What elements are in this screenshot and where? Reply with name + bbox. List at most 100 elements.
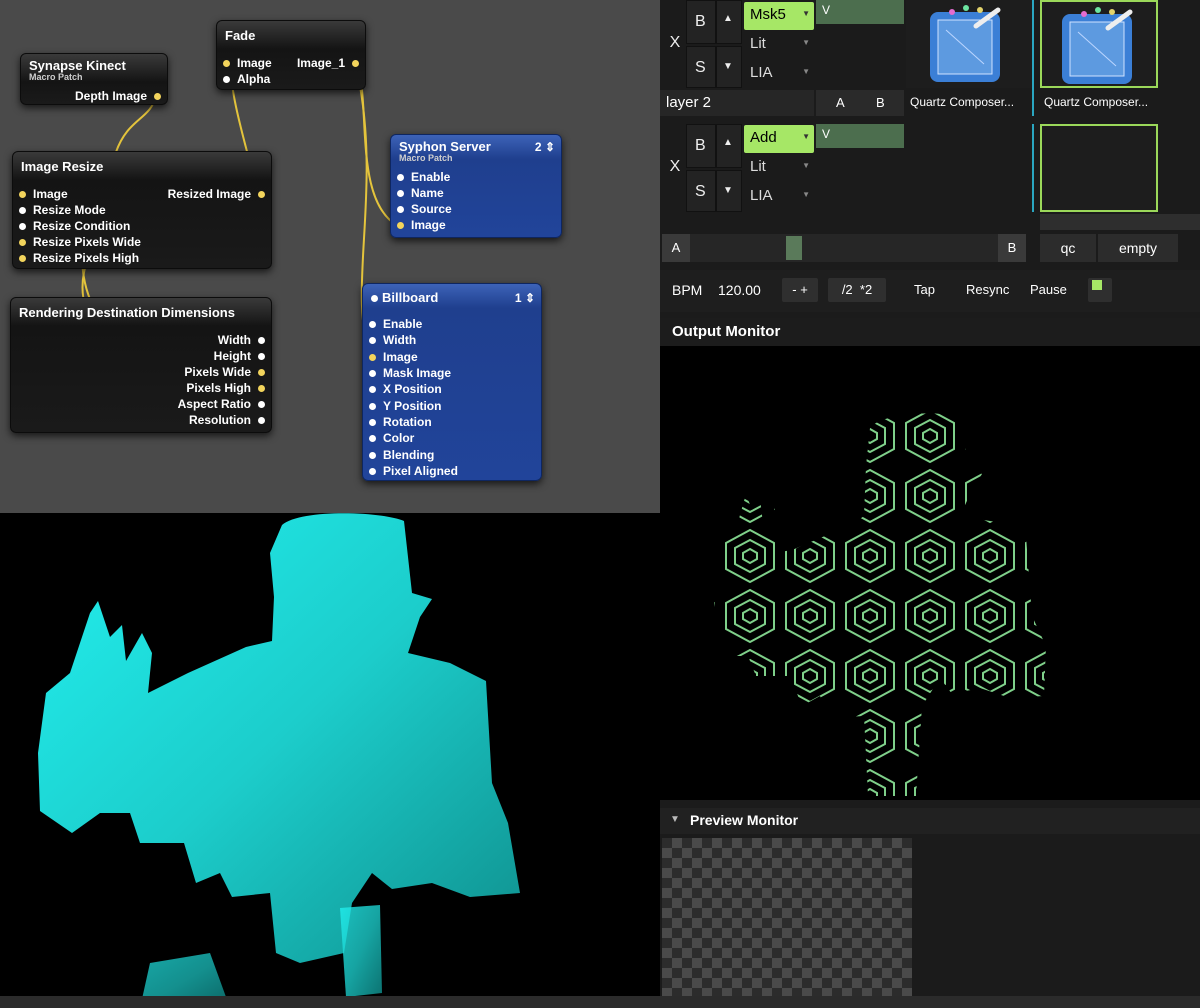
- port-dot-icon[interactable]: [397, 174, 404, 182]
- preview-monitor-header[interactable]: ▼ Preview Monitor: [660, 808, 1200, 834]
- layer-mode-lit[interactable]: Lit ▼: [744, 31, 814, 59]
- resync-button[interactable]: Resync: [966, 278, 1009, 302]
- port-dot-icon[interactable]: [352, 60, 359, 68]
- bpm-minus-button[interactable]: -: [792, 282, 796, 297]
- port-dot-icon[interactable]: [258, 353, 265, 361]
- layer-close-button[interactable]: X: [664, 34, 686, 52]
- output-port-aspect-ratio[interactable]: Aspect Ratio: [178, 396, 265, 412]
- layer-opacity-slider[interactable]: V: [816, 0, 904, 24]
- layer-b-button[interactable]: B: [686, 124, 716, 168]
- port-dot-icon[interactable]: [397, 222, 404, 230]
- bpm-stepper[interactable]: - +: [782, 278, 818, 302]
- port-dot-icon[interactable]: [369, 354, 376, 362]
- port-dot-icon[interactable]: [19, 191, 26, 199]
- port-dot-icon[interactable]: [369, 403, 376, 411]
- input-port-image[interactable]: Image: [397, 217, 446, 233]
- port-dot-icon[interactable]: [369, 370, 376, 378]
- layer-down-button[interactable]: ▼: [716, 170, 742, 212]
- tab-empty[interactable]: empty: [1098, 234, 1178, 262]
- bpm-half-button[interactable]: /2: [842, 282, 853, 297]
- layer-s-button[interactable]: S: [686, 170, 716, 212]
- layer-mode-lit[interactable]: Lit ▼: [744, 154, 814, 182]
- output-port-pixels-high[interactable]: Pixels High: [186, 380, 265, 396]
- input-port-rotation[interactable]: Rotation: [369, 414, 432, 430]
- layer-mode-add[interactable]: Add ▼: [744, 125, 814, 153]
- port-dot-icon[interactable]: [19, 255, 26, 263]
- patch-count[interactable]: 1 ⇕: [515, 291, 535, 305]
- port-dot-icon[interactable]: [258, 417, 265, 425]
- input-port-width[interactable]: Width: [369, 332, 416, 348]
- clip-thumbnail-2[interactable]: [1040, 0, 1158, 88]
- port-dot-icon[interactable]: [369, 468, 376, 476]
- input-port-image[interactable]: Image: [19, 186, 68, 202]
- output-port-pixels-wide[interactable]: Pixels Wide: [184, 364, 265, 380]
- vj-app-panel[interactable]: X B S ▲ ▼ Msk5 ▼ Lit ▼ LIA ▼ V layer 2 A B: [660, 0, 1200, 1008]
- crossfader-handle[interactable]: [786, 236, 802, 260]
- output-port-resized-image[interactable]: Resized Image: [168, 186, 265, 202]
- layer-mode-lia[interactable]: LIA ▼: [744, 183, 814, 211]
- port-dot-icon[interactable]: [397, 206, 404, 214]
- input-port-y-position[interactable]: Y Position: [369, 398, 441, 414]
- layer-mode-lia[interactable]: LIA ▼: [744, 60, 814, 88]
- output-port-resolution[interactable]: Resolution: [189, 412, 265, 428]
- quartz-composer-editor[interactable]: Synapse Kinect Macro Patch Depth Image F…: [0, 0, 660, 513]
- port-dot-icon[interactable]: [19, 223, 26, 231]
- output-port-image-1[interactable]: Image_1: [297, 55, 359, 71]
- clip-slot-empty[interactable]: [1040, 124, 1158, 212]
- input-port-enable[interactable]: Enable: [369, 316, 422, 332]
- tab-qc[interactable]: qc: [1040, 234, 1096, 262]
- crossfader-a-button[interactable]: A: [662, 234, 690, 262]
- port-dot-icon[interactable]: [369, 435, 376, 443]
- input-port-color[interactable]: Color: [369, 430, 414, 446]
- bpm-plus-button[interactable]: +: [800, 282, 808, 297]
- port-dot-icon[interactable]: [369, 337, 376, 345]
- fade-patch[interactable]: Fade Image Alpha Image_1: [216, 20, 366, 90]
- port-dot-icon[interactable]: [397, 190, 404, 198]
- port-dot-icon[interactable]: [19, 239, 26, 247]
- port-dot-icon[interactable]: [258, 191, 265, 199]
- layer-up-button[interactable]: ▲: [716, 124, 742, 168]
- port-dot-icon[interactable]: [223, 60, 230, 68]
- input-port-source[interactable]: Source: [397, 201, 452, 217]
- layer-name-field[interactable]: layer 2: [660, 90, 814, 116]
- port-dot-icon[interactable]: [369, 452, 376, 460]
- input-port-x-position[interactable]: X Position: [369, 381, 442, 397]
- pause-button[interactable]: Pause: [1030, 278, 1067, 302]
- port-dot-icon[interactable]: [369, 419, 376, 427]
- crossfader-b-button[interactable]: B: [998, 234, 1026, 262]
- input-port-blending[interactable]: Blending: [369, 447, 434, 463]
- image-resize-patch[interactable]: Image Resize Image Resize Mode Resize Co…: [12, 151, 272, 269]
- port-dot-icon[interactable]: [369, 321, 376, 329]
- billboard-patch[interactable]: Billboard 1 ⇕ Enable Width Image Mask Im…: [362, 283, 542, 481]
- layer-mode-msk5[interactable]: Msk5 ▼: [744, 2, 814, 30]
- layer-opacity-slider[interactable]: V: [816, 124, 904, 148]
- layer-up-button[interactable]: ▲: [716, 0, 742, 44]
- rendering-destination-dimensions-patch[interactable]: Rendering Destination Dimensions Width H…: [10, 297, 272, 433]
- input-port-resize-pixels-high[interactable]: Resize Pixels High: [19, 250, 139, 266]
- patch-count[interactable]: 2 ⇕: [535, 140, 555, 154]
- input-port-name[interactable]: Name: [397, 185, 444, 201]
- synapse-kinect-patch[interactable]: Synapse Kinect Macro Patch Depth Image: [20, 53, 168, 105]
- layer-down-button[interactable]: ▼: [716, 46, 742, 88]
- port-dot-icon[interactable]: [369, 386, 376, 394]
- port-dot-icon[interactable]: [258, 385, 265, 393]
- input-port-mask-image[interactable]: Mask Image: [369, 365, 451, 381]
- port-dot-icon[interactable]: [258, 401, 265, 409]
- port-dot-icon[interactable]: [19, 207, 26, 215]
- ab-selector[interactable]: A B: [816, 90, 904, 116]
- input-port-enable[interactable]: Enable: [397, 169, 450, 185]
- input-port-resize-pixels-wide[interactable]: Resize Pixels Wide: [19, 234, 141, 250]
- output-port-width[interactable]: Width: [218, 332, 265, 348]
- syphon-server-patch[interactable]: Syphon Server Macro Patch 2 ⇕ Enable Nam…: [390, 134, 562, 238]
- input-port-image[interactable]: Image: [223, 55, 272, 71]
- output-port-depth-image[interactable]: Depth Image: [75, 88, 161, 104]
- crossfader[interactable]: A B: [662, 234, 1026, 262]
- input-port-image[interactable]: Image: [369, 349, 418, 365]
- port-dot-icon[interactable]: [258, 369, 265, 377]
- layer-close-button[interactable]: X: [664, 158, 686, 176]
- input-port-resize-mode[interactable]: Resize Mode: [19, 202, 106, 218]
- bpm-value[interactable]: 120.00: [718, 282, 761, 298]
- input-port-resize-condition[interactable]: Resize Condition: [19, 218, 130, 234]
- clip-thumbnail-1[interactable]: [906, 0, 1032, 88]
- clip-scroll-bar[interactable]: [1040, 214, 1200, 230]
